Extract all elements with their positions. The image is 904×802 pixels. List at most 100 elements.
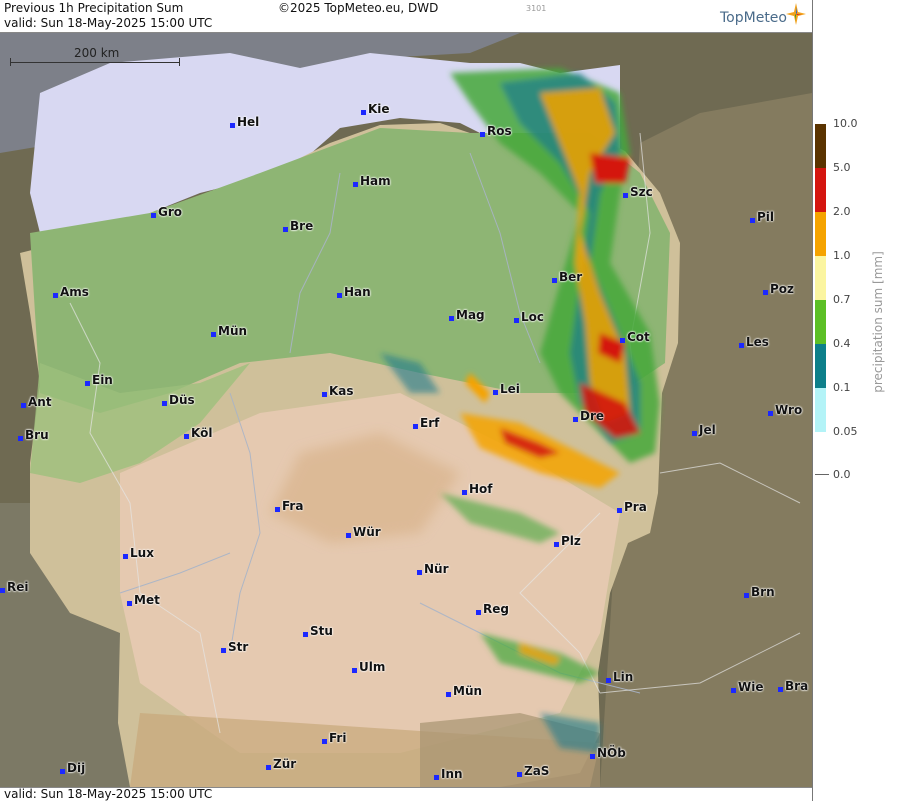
scale-tick-right [179,58,180,66]
city-label[interactable]: Ros [480,124,512,138]
city-label[interactable]: Ams [53,285,89,299]
city-label[interactable]: Wro [768,403,802,417]
city-label[interactable]: Jel [692,423,716,437]
footer-valid-time: valid: Sun 18-May-2025 15:00 UTC [4,787,213,801]
legend-swatch-10 [815,124,826,168]
legend-label: 0.4 [833,337,851,350]
city-label[interactable]: Lux [123,546,154,560]
legend-swatch-1 [815,256,826,300]
city-label[interactable]: Str [221,640,248,654]
legend-title: precipitation sum [mm] [871,251,885,393]
city-marker [606,678,611,683]
legend-label: 2.0 [833,205,851,218]
city-marker [322,739,327,744]
city-label[interactable]: Szc [623,185,653,199]
map-graphic [0,33,812,787]
precipitation-map[interactable]: 200 km Kie Hel Ros Ham Szc Gro Bre Pil B… [0,33,812,787]
city-label[interactable]: Hof [462,482,493,496]
city-label[interactable]: Cot [620,330,650,344]
city-label[interactable]: Loc [514,310,544,324]
legend-swatch-5 [815,168,826,212]
city-marker [480,132,485,137]
city-label[interactable]: Erf [413,416,439,430]
city-label[interactable]: Plz [554,534,581,548]
city-marker [230,123,235,128]
city-marker [275,507,280,512]
city-label[interactable]: Ulm [352,660,385,674]
city-label[interactable]: Mag [449,308,485,322]
city-label[interactable]: Kie [361,102,390,116]
city-label[interactable]: Dre [573,409,604,423]
city-label[interactable]: Nür [417,562,449,576]
city-label[interactable]: Köl [184,426,212,440]
city-marker [303,632,308,637]
city-marker [620,338,625,343]
city-marker [162,401,167,406]
city-marker [744,593,749,598]
city-marker [434,775,439,780]
city-marker [151,213,156,218]
city-label[interactable]: Wür [346,525,381,539]
city-label[interactable]: Han [337,285,371,299]
image-code: 3101 [526,4,547,13]
city-marker [417,570,422,575]
city-marker [361,110,366,115]
city-label[interactable]: Fra [275,499,303,513]
city-label[interactable]: Reg [476,602,509,616]
city-label[interactable]: Bru [18,428,49,442]
city-label[interactable]: Met [127,593,160,607]
footer-bar: valid: Sun 18-May-2025 15:00 UTC [0,787,812,802]
city-label[interactable]: Hel [230,115,259,129]
city-label[interactable]: Inn [434,767,463,781]
city-marker [211,332,216,337]
scale-tick-left [10,58,11,66]
city-label[interactable]: Ham [353,174,391,188]
city-label[interactable]: Dij [60,761,85,775]
city-label[interactable]: ZaS [517,764,549,778]
city-label[interactable]: Düs [162,393,195,407]
topmeteo-logo[interactable]: TopMeteo [720,10,787,26]
city-label[interactable]: Ein [85,373,113,387]
scale-line [10,62,180,63]
city-marker [337,293,342,298]
city-label[interactable]: Lei [493,382,520,396]
city-marker [462,490,467,495]
legend-label: 0.7 [833,293,851,306]
city-marker [731,688,736,693]
city-marker [353,182,358,187]
city-label[interactable]: Lin [606,670,633,684]
city-marker [322,392,327,397]
city-label[interactable]: Pra [617,500,647,514]
city-label[interactable]: Mün [211,324,247,338]
city-label[interactable]: NÖb [590,746,626,760]
city-label[interactable]: Rei [0,580,29,594]
city-label[interactable]: Ant [21,395,52,409]
city-label[interactable]: Brn [744,585,775,599]
city-label[interactable]: Stu [303,624,333,638]
city-label[interactable]: Zür [266,757,296,771]
city-label[interactable]: Pil [750,210,774,224]
city-marker [85,381,90,386]
city-marker [21,403,26,408]
city-label[interactable]: Wie [731,680,764,694]
city-label[interactable]: Gro [151,205,182,219]
city-label[interactable]: Ber [552,270,582,284]
legend-swatch-04 [815,344,826,388]
city-label[interactable]: Fri [322,731,346,745]
city-marker [123,554,128,559]
city-marker [476,610,481,615]
city-marker [778,687,783,692]
legend-swatch-07 [815,300,826,344]
city-label[interactable]: Bra [778,679,808,693]
city-marker [283,227,288,232]
city-label[interactable]: Bre [283,219,313,233]
scale-bar: 200 km [10,46,180,66]
legend-label: 10.0 [833,117,858,130]
city-label[interactable]: Mün [446,684,482,698]
city-label[interactable]: Poz [763,282,794,296]
city-marker [493,390,498,395]
legend-label: 5.0 [833,161,851,174]
header-bar: Previous 1h Precipitation Sum valid: Sun… [0,0,812,33]
city-label[interactable]: Les [739,335,769,349]
city-label[interactable]: Kas [322,384,354,398]
